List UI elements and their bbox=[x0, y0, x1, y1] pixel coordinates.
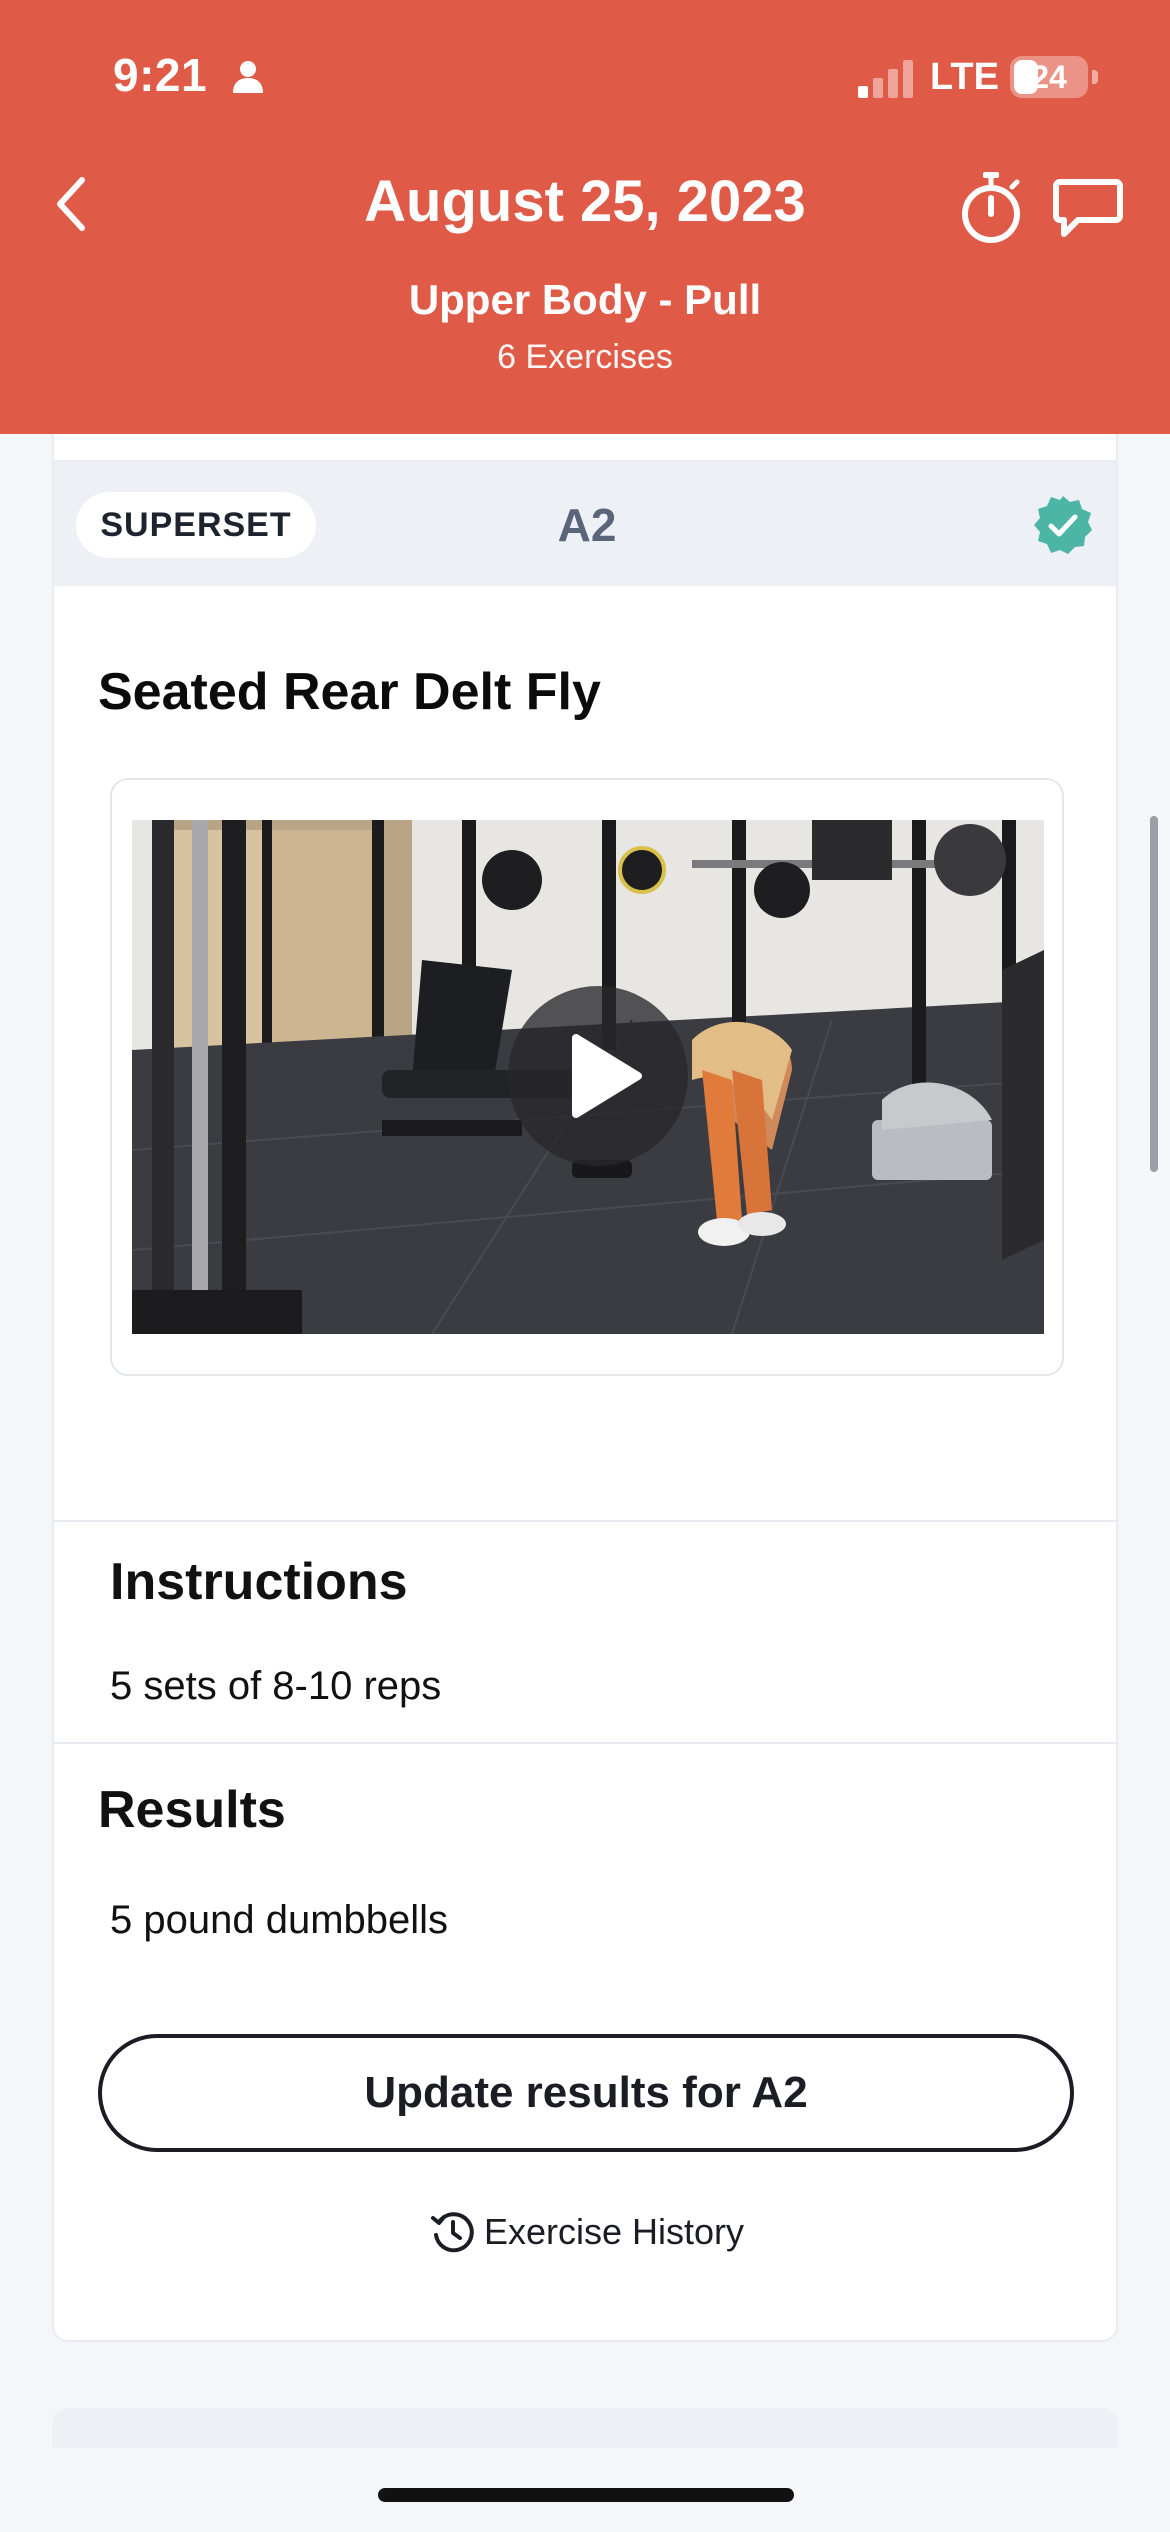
stopwatch-icon[interactable] bbox=[956, 170, 1026, 246]
superset-bar: SUPERSET A2 bbox=[54, 462, 1116, 586]
exercise-count: 6 Exercises bbox=[497, 338, 673, 376]
chat-icon[interactable] bbox=[1052, 176, 1124, 240]
exercise-video[interactable] bbox=[132, 820, 1044, 1334]
instructions-text: 5 sets of 8-10 reps bbox=[110, 1664, 442, 1708]
play-icon bbox=[572, 1034, 642, 1118]
network-type: LTE bbox=[930, 56, 999, 98]
video-card bbox=[110, 778, 1064, 1376]
signal-icon bbox=[858, 60, 913, 98]
battery-icon: 24 bbox=[1010, 56, 1088, 98]
workout-exercise-screen: 9:21 LTE 24 August 25, 2023 Upper Body -… bbox=[0, 0, 1170, 2532]
history-icon bbox=[430, 2212, 474, 2253]
next-card-edge bbox=[52, 2408, 1118, 2448]
superset-code: A2 bbox=[557, 499, 617, 551]
play-button[interactable] bbox=[508, 986, 688, 1166]
exercise-name: Seated Rear Delt Fly bbox=[98, 663, 601, 721]
results-title: Results bbox=[98, 1781, 286, 1839]
divider bbox=[54, 1742, 1116, 1744]
battery-tip bbox=[1092, 70, 1098, 84]
divider bbox=[54, 1520, 1116, 1522]
results-text: 5 pound dumbbells bbox=[110, 1898, 449, 1942]
home-indicator[interactable] bbox=[378, 2488, 794, 2502]
status-time: 9:21 bbox=[113, 49, 208, 101]
exercise-history-link[interactable]: Exercise History bbox=[54, 2202, 1116, 2262]
update-results-button[interactable]: Update results for A2 bbox=[98, 2034, 1074, 2152]
instructions-title: Instructions bbox=[110, 1553, 408, 1611]
workout-name: Upper Body - Pull bbox=[408, 276, 762, 323]
exercise-history-label: Exercise History bbox=[483, 2211, 745, 2252]
verified-check-icon bbox=[1034, 496, 1092, 554]
person-icon bbox=[233, 61, 263, 93]
previous-card-edge bbox=[52, 434, 1118, 460]
header: 9:21 LTE 24 August 25, 2023 Upper Body -… bbox=[0, 0, 1170, 434]
battery-level: 24 bbox=[1031, 59, 1067, 95]
scrollbar[interactable] bbox=[1150, 816, 1158, 1172]
exercise-card: SUPERSET A2 Seated Rear Delt Fly Instruc… bbox=[52, 460, 1118, 2342]
